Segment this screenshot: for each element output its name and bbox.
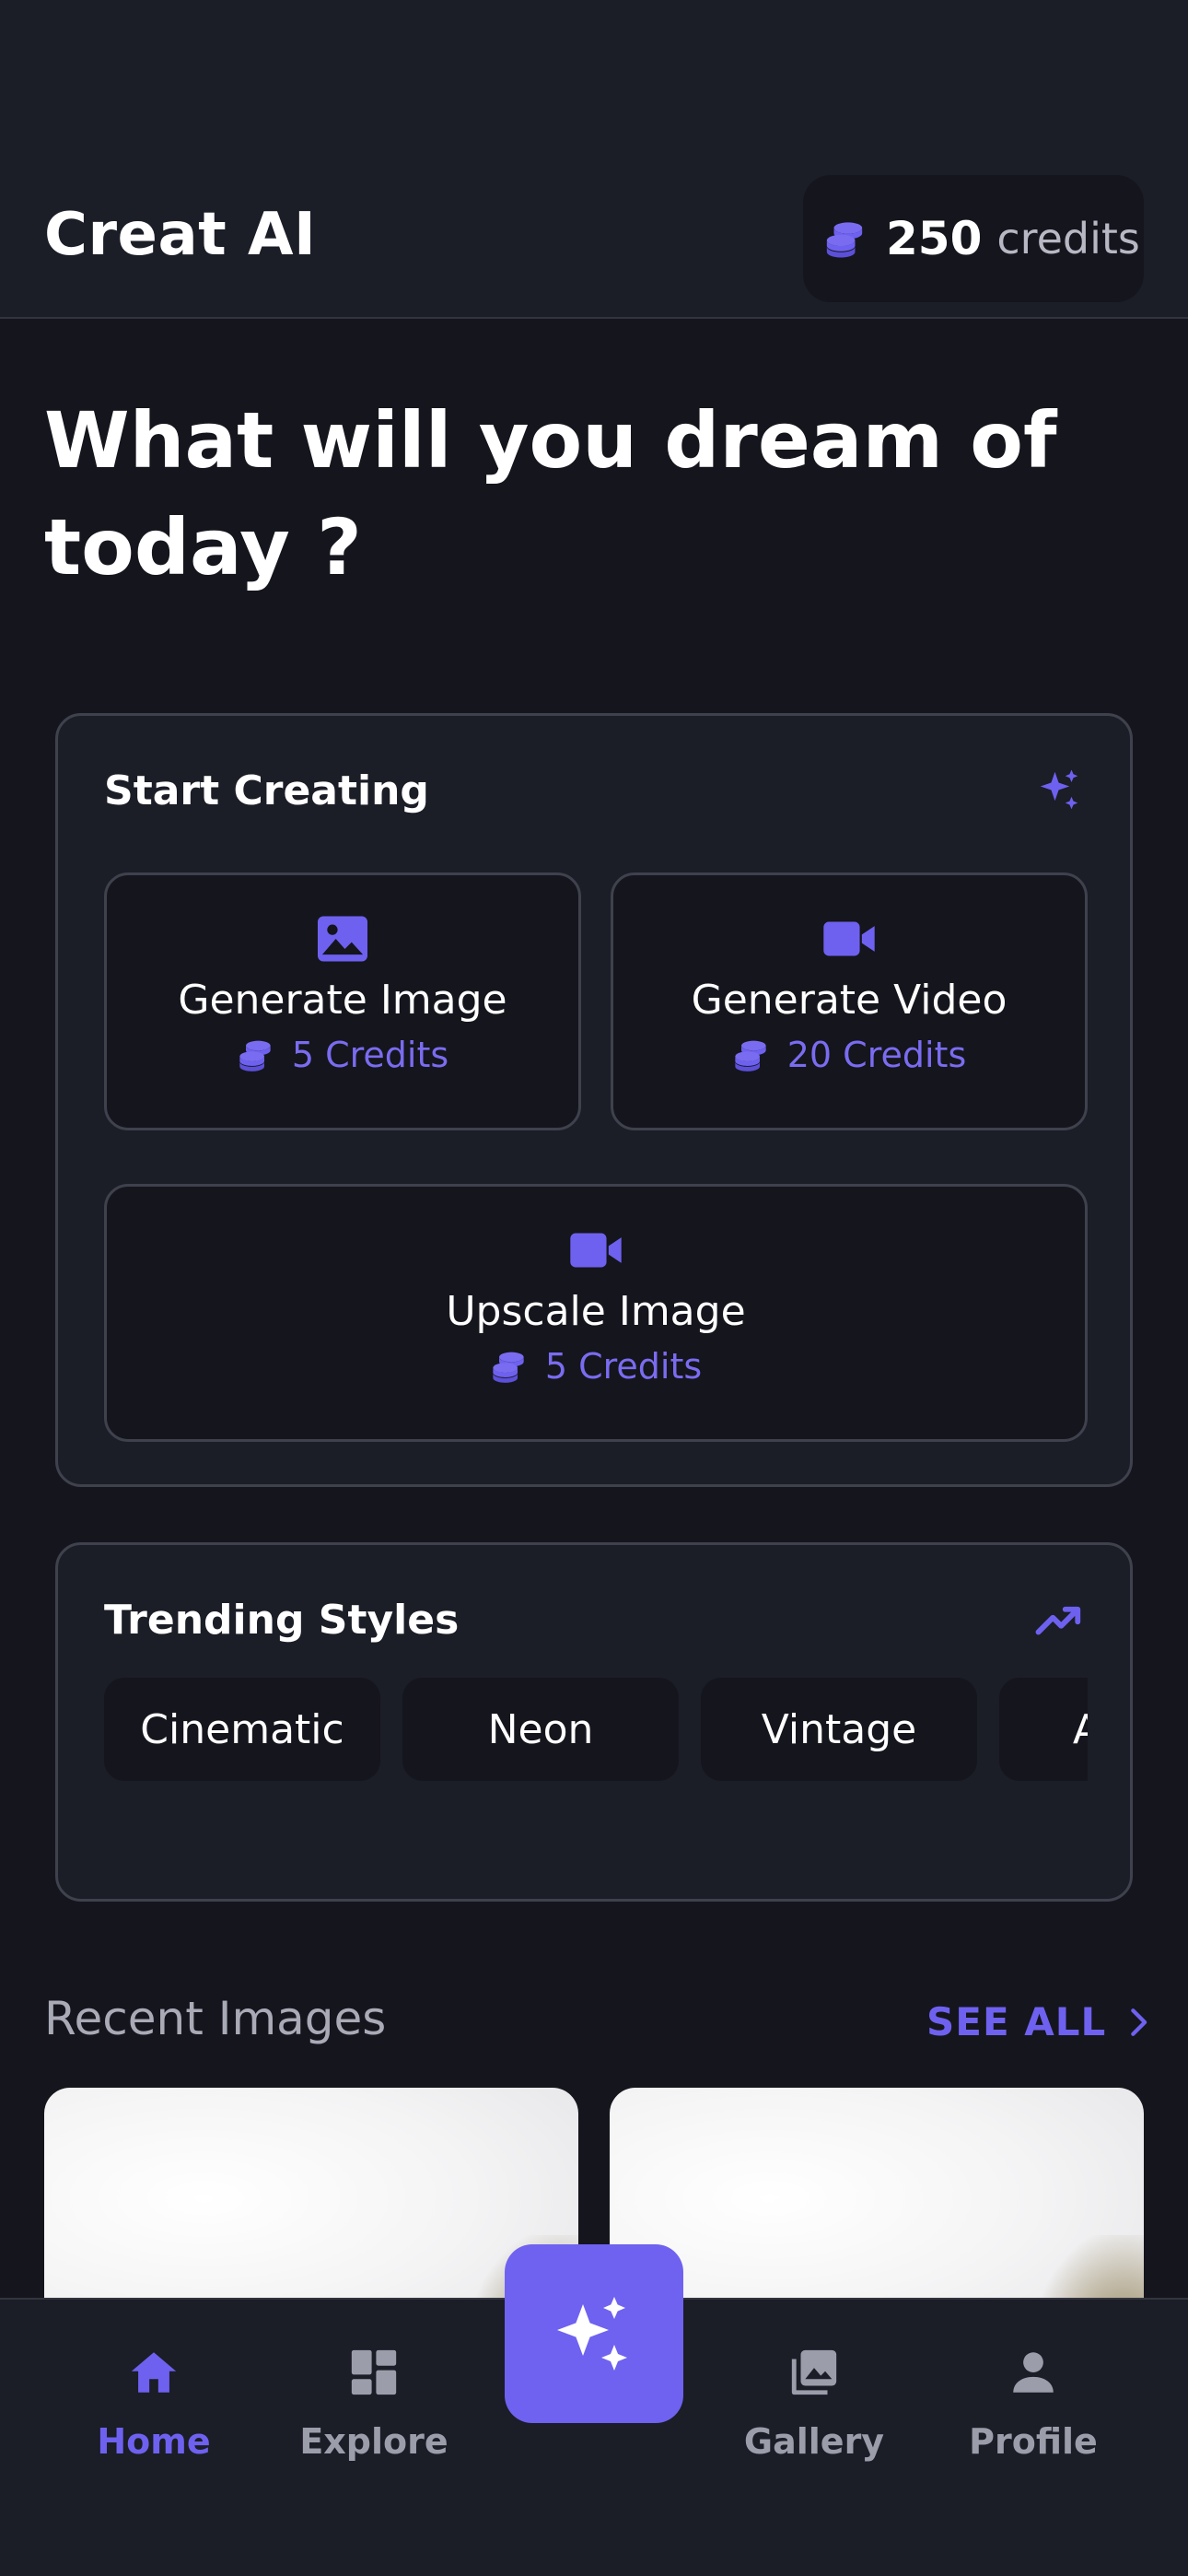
trending-up-icon — [1035, 1606, 1081, 1635]
photo-library-icon — [791, 2349, 837, 2395]
nav-gallery[interactable]: Gallery — [722, 2346, 906, 2462]
upscale-image-cost: 5 Credits — [490, 1346, 702, 1387]
upscale-image-cost-text: 5 Credits — [544, 1346, 703, 1387]
generate-video-cost-text: 20 Credits — [786, 1035, 967, 1075]
video-icon — [823, 921, 875, 956]
coins-icon — [239, 1040, 271, 1071]
nav-home-label: Home — [97, 2421, 211, 2462]
nav-explore[interactable]: Explore — [282, 2346, 466, 2462]
app-root: Creat AI 250 credits What will you dream… — [0, 0, 1188, 2576]
coins-icon — [493, 1352, 524, 1383]
trending-styles-list[interactable]: Cinematic Neon Vintage Anime — [104, 1678, 1088, 1783]
credits-label: credits — [996, 214, 1140, 263]
recent-images-title: Recent Images — [44, 1992, 387, 2045]
coins-icon — [826, 222, 863, 258]
nav-explore-label: Explore — [299, 2421, 448, 2462]
generate-video-button[interactable]: Generate Video 20 Credits — [611, 872, 1088, 1130]
nav-profile[interactable]: Profile — [941, 2346, 1125, 2462]
style-chip-cinematic[interactable]: Cinematic — [104, 1678, 380, 1781]
trending-styles-card: Trending Styles Cinematic Neon Vintage A… — [55, 1542, 1133, 1902]
chevron-right-icon — [1131, 2008, 1147, 2036]
nav-home[interactable]: Home — [62, 2346, 246, 2462]
hero-headline: What will you dream of today ? — [44, 395, 1057, 592]
style-chip-anime[interactable]: Anime — [999, 1678, 1088, 1781]
generate-video-cost: 20 Credits — [732, 1035, 967, 1075]
app-title: Creat AI — [44, 201, 317, 269]
style-chip-vintage[interactable]: Vintage — [701, 1678, 977, 1781]
credits-amount: 250 — [886, 212, 983, 265]
top-header: Creat AI 250 credits — [0, 0, 1188, 319]
start-creating-title: Start Creating — [104, 767, 429, 814]
credits-balance[interactable]: 250 credits — [803, 175, 1144, 302]
start-creating-card: Start Creating Generate Image 5 Credits … — [55, 713, 1133, 1487]
home-icon — [131, 2352, 177, 2393]
image-icon — [318, 916, 367, 962]
generate-image-button[interactable]: Generate Image 5 Credits — [104, 872, 581, 1130]
upscale-image-button[interactable]: Upscale Image 5 Credits — [104, 1184, 1088, 1442]
video-icon — [570, 1233, 622, 1268]
see-all-label: SEE ALL — [926, 1999, 1107, 2044]
trending-styles-title: Trending Styles — [104, 1597, 460, 1644]
upscale-image-label: Upscale Image — [446, 1288, 746, 1335]
create-fab-button[interactable] — [505, 2244, 683, 2423]
nav-profile-label: Profile — [969, 2421, 1098, 2462]
style-chip-neon[interactable]: Neon — [402, 1678, 679, 1781]
generate-image-cost: 5 Credits — [237, 1035, 448, 1075]
person-icon — [1013, 2352, 1054, 2393]
sparkles-icon — [1040, 769, 1078, 810]
nav-gallery-label: Gallery — [743, 2421, 885, 2462]
coins-icon — [735, 1040, 766, 1071]
generate-image-label: Generate Image — [178, 977, 507, 1024]
generate-image-cost-text: 5 Credits — [291, 1035, 449, 1075]
see-all-link[interactable]: SEE ALL — [926, 1999, 1154, 2044]
generate-video-label: Generate Video — [691, 977, 1007, 1024]
sparkles-icon — [557, 2297, 627, 2371]
dashboard-icon — [351, 2349, 397, 2395]
